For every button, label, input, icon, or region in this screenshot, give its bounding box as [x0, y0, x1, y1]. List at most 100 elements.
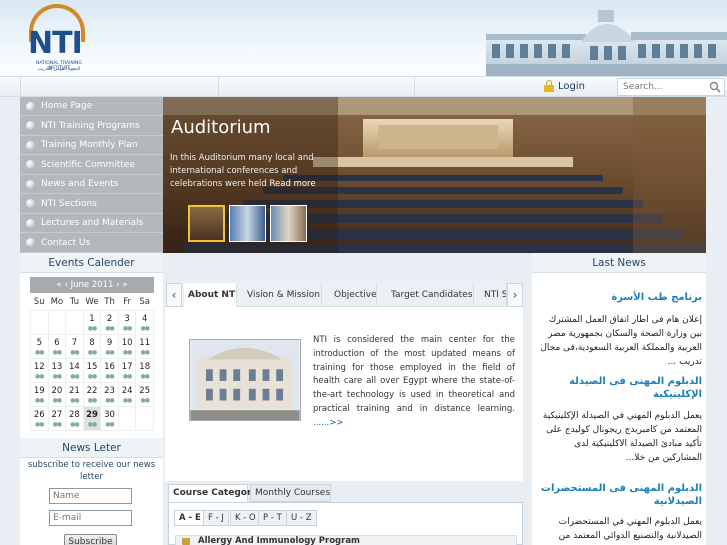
alpha-tab-a-e[interactable]: A - E — [174, 510, 206, 526]
event-marker-icon: ●● — [87, 420, 97, 428]
tab-objective[interactable]: Objective — [330, 283, 377, 307]
nav-item-label: NTI Sections — [41, 198, 97, 209]
calendar-week-row: 19 ●● 20 ●● 21 ●● 22 ●● 23 ●● 24 ●● 25 ●● — [30, 381, 154, 407]
tab-course-category[interactable]: Course Category — [168, 484, 257, 502]
calendar-day[interactable]: 14 ●● — [65, 357, 84, 383]
prev-year-button[interactable]: « — [57, 280, 62, 290]
news-item-title[interactable]: الدبلوم المهنى فى المستحضرات الصيدلانية — [538, 482, 702, 508]
calendar-day[interactable]: 17 ●● — [117, 357, 137, 383]
calendar-day[interactable]: 21 ●● — [65, 381, 84, 407]
news-item-body: يعمل الدبلوم المهني في الصيدلة الإكلينيك… — [542, 411, 702, 463]
alpha-tab-p-t[interactable]: P - T — [258, 510, 287, 526]
tab-monthly-courses[interactable]: Monthly Courses — [250, 484, 331, 502]
about-paragraph: NTI is considered the main center for th… — [313, 335, 515, 414]
calendar-day-number: 1 — [89, 313, 95, 324]
course-row[interactable]: Allergy And Immunology Program — [175, 535, 517, 545]
calendar-day[interactable]: 25 ●● — [135, 381, 154, 407]
hero-slideshow[interactable]: Auditorium In this Auditorium many local… — [163, 97, 706, 253]
next-month-button[interactable]: › — [116, 280, 119, 290]
alpha-tab-u-z[interactable]: U - Z — [286, 510, 317, 526]
subscribe-button[interactable]: Subscribe — [64, 534, 117, 545]
news-item-title[interactable]: برنامج طب الأسرة — [538, 291, 702, 304]
event-marker-icon: ●● — [122, 372, 132, 380]
tab-nti-sections[interactable]: NTI Se — [480, 283, 507, 307]
calendar-day[interactable]: 7 ●● — [65, 333, 84, 359]
news-item-body: يعمل الدبلوم المهني في المستحضرات الصيدل… — [558, 517, 702, 541]
alpha-tab-k-o[interactable]: K - O — [230, 510, 261, 526]
calendar-empty-cell — [30, 309, 49, 335]
nav-item-sections[interactable]: NTI Sections — [20, 195, 163, 214]
calendar-day[interactable]: 18 ●● — [135, 357, 154, 383]
calendar-day[interactable]: 16 ●● — [100, 357, 119, 383]
newsletter-name-input[interactable] — [49, 488, 132, 504]
search-icon[interactable] — [709, 81, 721, 93]
calendar-day-number: 24 — [121, 385, 133, 396]
slide-thumb-auditorium[interactable] — [188, 205, 225, 242]
event-marker-icon: ●● — [122, 324, 132, 332]
calendar-day[interactable]: 6 ●● — [47, 333, 67, 359]
calendar-day[interactable]: 2 ●● — [100, 309, 119, 335]
calendar-day[interactable]: 1 ●● — [82, 309, 102, 335]
right-margin — [706, 97, 727, 545]
tab-scroll-right-button[interactable]: › — [507, 283, 523, 307]
prev-month-button[interactable]: ‹ — [64, 280, 67, 290]
nav-item-contact[interactable]: Contact Us — [20, 234, 163, 253]
event-marker-icon: ●● — [35, 396, 44, 404]
slide-thumb-3[interactable] — [270, 205, 307, 242]
nav-item-monthly-plan[interactable]: Training Monthly Plan — [20, 136, 163, 155]
calendar-day[interactable]: 27 ●● — [47, 405, 67, 431]
course-row-label: Allergy And Immunology Program — [198, 536, 360, 545]
nav-item-lectures[interactable]: Lectures and Materials — [20, 214, 163, 233]
calendar-day[interactable]: 19 ●● — [30, 381, 49, 407]
logo-subtitle-ar: المعهد القومي للتدريب — [37, 67, 81, 72]
login-link[interactable]: Login — [544, 80, 585, 92]
bullet-icon — [26, 218, 35, 228]
slide-thumb-2[interactable] — [229, 205, 266, 242]
bullet-icon — [26, 199, 35, 208]
calendar-day[interactable]: 29 ●● — [82, 405, 102, 431]
calendar-day[interactable]: 9 ●● — [100, 333, 119, 359]
calendar-day[interactable]: 11 ●● — [135, 333, 154, 359]
next-year-button[interactable]: » — [122, 280, 127, 290]
calendar-day[interactable]: 26 ●● — [30, 405, 49, 431]
calendar-day[interactable]: 4 ●● — [135, 309, 154, 335]
newsletter-email-input[interactable] — [49, 510, 132, 526]
search-input[interactable] — [618, 79, 706, 95]
calendar-day[interactable]: 15 ●● — [82, 357, 102, 383]
hero-read-more-link[interactable]: Read more — [270, 179, 316, 189]
calendar-day[interactable]: 13 ●● — [47, 357, 67, 383]
nti-logo[interactable]: NTI NATIONAL TRAINING INSTITUTE المعهد ا… — [26, 4, 92, 72]
info-tab-bar: ‹ About NTI Vision & Mission Objective T… — [165, 283, 523, 307]
nav-item-scientific-committee[interactable]: Scientific Committee — [20, 156, 163, 175]
tab-about-nti[interactable]: About NTI — [184, 283, 237, 307]
news-item-title[interactable]: الدبلوم المهنى فى الصيدلة الإكلينيكية — [538, 375, 702, 401]
calendar-day[interactable]: 10 ●● — [117, 333, 137, 359]
calendar-body: 1 ●● 2 ●● 3 ●● 4 ●● 5 ●● 6 ●● 7 ●● 8 ●● 9 ●● 10 ●● 11 ●● 12 ●● 1… — [30, 309, 154, 431]
calendar-day[interactable]: 28 ●● — [65, 405, 84, 431]
calendar-day[interactable]: 30 ●● — [100, 405, 119, 431]
calendar-day[interactable]: 3 ●● — [117, 309, 137, 335]
alpha-tab-f-j[interactable]: F - J — [203, 510, 229, 526]
tab-scroll-left-button[interactable]: ‹ — [166, 283, 182, 307]
calendar-day[interactable]: 23 ●● — [100, 381, 119, 407]
calendar-day[interactable]: 22 ●● — [82, 381, 102, 407]
top-bar: Login — [0, 76, 727, 97]
calendar-day[interactable]: 8 ●● — [82, 333, 102, 359]
nav-item-home[interactable]: Home Page — [20, 97, 163, 116]
calendar-day-number: 7 — [71, 337, 78, 348]
tab-target-candidates[interactable]: Target Candidates — [387, 283, 474, 307]
calendar-day-number: 12 — [33, 361, 45, 372]
tab-vision-mission[interactable]: Vision & Mission — [243, 283, 322, 307]
event-marker-icon: ●● — [52, 372, 62, 380]
calendar-day[interactable]: 20 ●● — [47, 381, 67, 407]
nav-item-training-programs[interactable]: NTI Training Programs — [20, 117, 163, 136]
calendar-day[interactable]: 12 ●● — [30, 357, 49, 383]
calendar-day-number: 13 — [51, 361, 63, 372]
logo-text: NTI — [28, 26, 83, 61]
calendar-day[interactable]: 24 ●● — [117, 381, 137, 407]
calendar-day-number: 4 — [141, 313, 148, 324]
about-more-link[interactable]: ......>> — [313, 418, 343, 428]
last-news-panel: Last News برنامج طب الأسرة إعلان هام فى … — [532, 253, 706, 545]
calendar-day[interactable]: 5 ●● — [30, 333, 49, 359]
nav-item-news-events[interactable]: News and Events — [20, 175, 163, 194]
